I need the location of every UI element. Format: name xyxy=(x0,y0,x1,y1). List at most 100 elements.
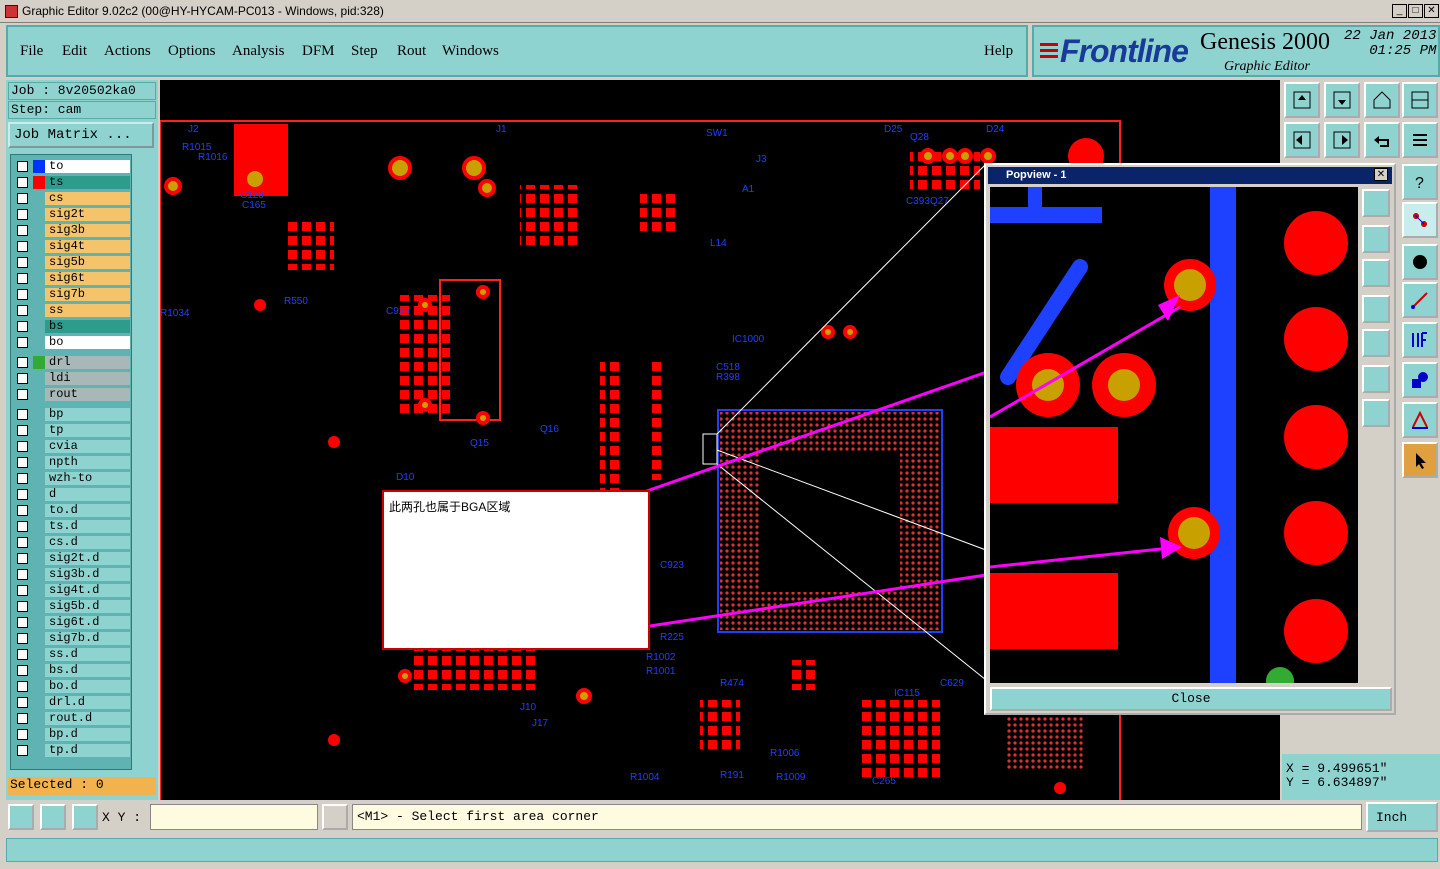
layer-name[interactable]: drl.d xyxy=(45,696,130,709)
layer-color-swatch[interactable] xyxy=(33,320,45,333)
layer-color-swatch[interactable] xyxy=(33,504,45,517)
zoom-area-icon[interactable] xyxy=(8,804,34,830)
layer-name[interactable]: rout.d xyxy=(45,712,130,725)
layer-row[interactable]: bp xyxy=(11,407,133,422)
pan-right-icon[interactable] xyxy=(1324,122,1360,158)
layer-color-swatch[interactable] xyxy=(33,408,45,421)
layer-row[interactable]: bo.d xyxy=(11,679,133,694)
layer-name[interactable]: to xyxy=(45,160,130,173)
maximize-button[interactable]: □ xyxy=(1408,4,1423,18)
layer-color-swatch[interactable] xyxy=(33,256,45,269)
layer-name[interactable]: cs xyxy=(45,192,130,205)
layer-row[interactable]: tp xyxy=(11,423,133,438)
undo-view-icon[interactable] xyxy=(1364,122,1400,158)
layer-checkbox[interactable] xyxy=(17,161,28,172)
layer-checkbox[interactable] xyxy=(17,697,28,708)
menu-file[interactable]: File xyxy=(20,43,43,60)
layer-color-swatch[interactable] xyxy=(33,744,45,757)
popview-zoom-in-icon[interactable] xyxy=(1362,189,1390,217)
layer-color-swatch[interactable] xyxy=(33,472,45,485)
layer-name[interactable]: bs xyxy=(45,320,130,333)
popview-canvas[interactable] xyxy=(990,187,1358,683)
layer-row[interactable]: sig7b.d xyxy=(11,631,133,646)
layer-color-swatch[interactable] xyxy=(33,356,45,369)
layer-checkbox[interactable] xyxy=(17,373,28,384)
layer-color-swatch[interactable] xyxy=(33,288,45,301)
job-matrix-button[interactable]: Job Matrix ... xyxy=(8,122,154,148)
xy-input[interactable] xyxy=(150,804,318,830)
menu-help[interactable]: Help xyxy=(984,43,1013,60)
layer-name[interactable]: bp.d xyxy=(45,728,130,741)
zoom-home-icon[interactable] xyxy=(1284,82,1320,118)
annotation-note[interactable]: 此两孔也属于BGA区域 xyxy=(382,490,650,650)
layer-color-swatch[interactable] xyxy=(33,584,45,597)
layer-row[interactable]: ts xyxy=(11,175,133,190)
layer-checkbox[interactable] xyxy=(17,633,28,644)
layer-checkbox[interactable] xyxy=(17,209,28,220)
layer-name[interactable]: cvia xyxy=(45,440,130,453)
layer-name[interactable]: sig2t xyxy=(45,208,130,221)
layer-color-swatch[interactable] xyxy=(33,536,45,549)
layer-select-icon[interactable] xyxy=(1402,202,1438,238)
layer-checkbox[interactable] xyxy=(17,177,28,188)
layer-row[interactable]: sig4t.d xyxy=(11,583,133,598)
layer-color-swatch[interactable] xyxy=(33,160,45,173)
zoom-fit-icon[interactable] xyxy=(40,804,66,830)
layer-color-swatch[interactable] xyxy=(33,712,45,725)
layer-color-swatch[interactable] xyxy=(33,224,45,237)
layer-name[interactable]: sig7b.d xyxy=(45,632,130,645)
menu-edit[interactable]: Edit xyxy=(62,43,87,60)
layer-name[interactable]: sig4t.d xyxy=(45,584,130,597)
layer-color-swatch[interactable] xyxy=(33,520,45,533)
menu-actions[interactable]: Actions xyxy=(104,43,151,60)
help-icon[interactable]: ? xyxy=(1402,164,1438,200)
layer-name[interactable]: npth xyxy=(45,456,130,469)
layer-name[interactable]: cs.d xyxy=(45,536,130,549)
layer-checkbox[interactable] xyxy=(17,289,28,300)
layer-row[interactable]: drl.d xyxy=(11,695,133,710)
split-view-icon[interactable] xyxy=(1402,82,1438,118)
layer-name[interactable]: sig5b.d xyxy=(45,600,130,613)
layer-checkbox[interactable] xyxy=(17,537,28,548)
layer-checkbox[interactable] xyxy=(17,505,28,516)
menu-analysis[interactable]: Analysis xyxy=(232,43,285,60)
layer-checkbox[interactable] xyxy=(17,257,28,268)
layer-name[interactable]: ldi xyxy=(45,372,130,385)
layer-color-swatch[interactable] xyxy=(33,616,45,629)
layer-checkbox[interactable] xyxy=(17,553,28,564)
layer-row[interactable]: sig3b.d xyxy=(11,567,133,582)
layer-row[interactable]: d xyxy=(11,487,133,502)
layer-name[interactable]: bs.d xyxy=(45,664,130,677)
measure-icon[interactable] xyxy=(1402,402,1438,438)
popview-zoom-down-icon[interactable] xyxy=(1362,259,1390,287)
layer-row[interactable]: sig6t.d xyxy=(11,615,133,630)
popview-pan-left-icon[interactable] xyxy=(1362,295,1390,323)
layer-checkbox[interactable] xyxy=(17,409,28,420)
layer-name[interactable]: tp xyxy=(45,424,130,437)
layer-checkbox[interactable] xyxy=(17,457,28,468)
layer-checkbox[interactable] xyxy=(17,745,28,756)
layer-color-swatch[interactable] xyxy=(33,632,45,645)
pad-icon[interactable] xyxy=(1402,244,1438,280)
menu-rout[interactable]: Rout xyxy=(397,43,426,60)
layer-row[interactable]: sig6t xyxy=(11,271,133,286)
layer-color-swatch[interactable] xyxy=(33,372,45,385)
popview-pan-right-icon[interactable] xyxy=(1362,329,1390,357)
layer-name[interactable]: sig7b xyxy=(45,288,130,301)
grid-icon[interactable] xyxy=(72,804,98,830)
layer-name[interactable]: sig4t xyxy=(45,240,130,253)
layer-checkbox[interactable] xyxy=(17,489,28,500)
layer-row[interactable]: cs.d xyxy=(11,535,133,550)
layer-checkbox[interactable] xyxy=(17,601,28,612)
layer-color-swatch[interactable] xyxy=(33,600,45,613)
popview-close-button[interactable]: Close xyxy=(990,687,1392,711)
layer-color-swatch[interactable] xyxy=(33,336,45,349)
layer-row[interactable]: sig5b.d xyxy=(11,599,133,614)
layer-name[interactable]: ss.d xyxy=(45,648,130,661)
layer-name[interactable]: tp.d xyxy=(45,744,130,757)
layer-row[interactable]: ss xyxy=(11,303,133,318)
layer-row[interactable]: sig5b xyxy=(11,255,133,270)
layer-checkbox[interactable] xyxy=(17,225,28,236)
layer-row[interactable]: sig7b xyxy=(11,287,133,302)
layer-checkbox[interactable] xyxy=(17,441,28,452)
